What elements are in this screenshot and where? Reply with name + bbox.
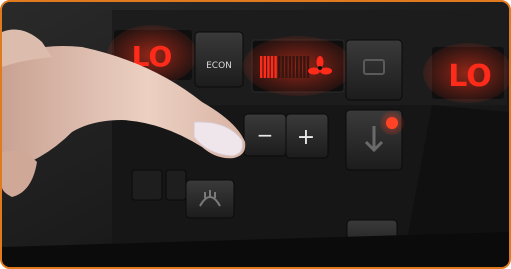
fan-level-bar (299, 56, 302, 78)
fan-level-bar (296, 56, 299, 78)
seat-heater-button[interactable] (131, 169, 163, 201)
fan-level-bar (285, 56, 288, 78)
fan-plus-label: + (297, 125, 315, 150)
fan-level-bar (281, 56, 284, 78)
fan-level-bar (303, 56, 306, 78)
fan-level-display (243, 36, 353, 96)
recirculation-button[interactable] (345, 39, 403, 101)
fan-level-bar (263, 56, 266, 78)
fan-level-bar (288, 56, 292, 78)
econ-label: ECON (206, 61, 232, 71)
right-display-text: LO (448, 59, 492, 94)
fan-plus-button[interactable]: + (285, 113, 329, 159)
fan-level-bar (267, 56, 270, 78)
econ-button[interactable]: ECON (194, 31, 244, 88)
photo-frame: LO ECON LO − + (0, 0, 511, 269)
fan-level-bar (260, 56, 263, 78)
fan-level-bar (270, 56, 274, 78)
fan-level-bar (278, 56, 281, 78)
fan-level-bar (292, 56, 295, 78)
fan-minus-button[interactable]: − (243, 113, 287, 157)
right-temperature-display: LO (423, 43, 509, 103)
defrost-button[interactable] (185, 179, 235, 219)
fan-level-bar (306, 56, 310, 78)
seat-heater-button[interactable] (165, 169, 187, 201)
fan-minus-label: − (257, 123, 274, 147)
indicator-glow (380, 111, 404, 135)
car-climate-control-photo: LO ECON LO − + (2, 2, 509, 267)
fan-level-bar (274, 56, 277, 78)
